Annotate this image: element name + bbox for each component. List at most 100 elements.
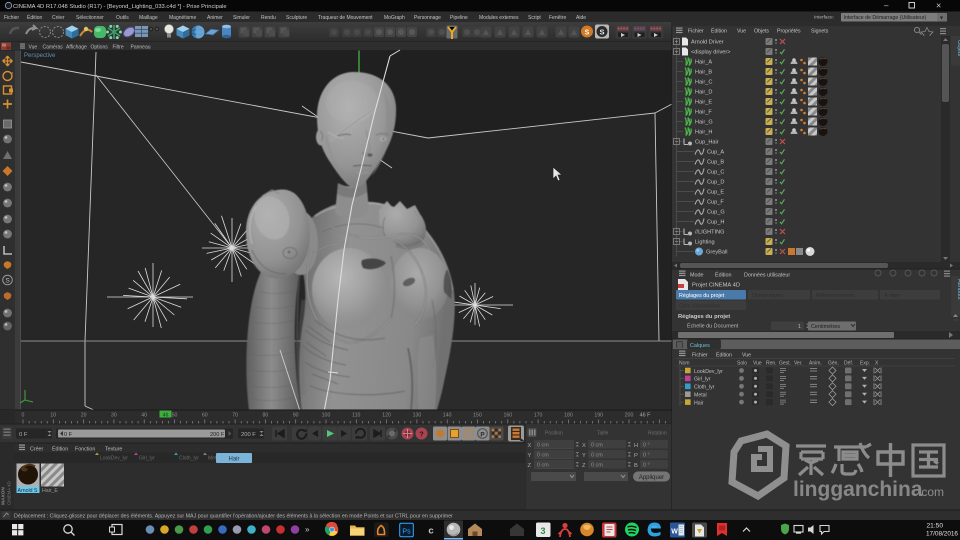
svg-text:Interface de Démarrage (Utilis: Interface de Démarrage (Utilisateur) <box>844 15 927 21</box>
svg-text:H: H <box>634 443 638 449</box>
svg-text:Cup_G: Cup_G <box>707 210 725 216</box>
svg-text:46: 46 <box>163 413 169 419</box>
svg-text:Anim.: Anim. <box>809 360 822 366</box>
svg-text:Rotation: Rotation <box>648 431 667 437</box>
svg-text:0 cm: 0 cm <box>537 453 549 459</box>
svg-text:Référencement: Référencement <box>816 293 855 299</box>
svg-text:120: 120 <box>382 413 391 419</box>
svg-text:Cloth_lyr: Cloth_lyr <box>694 385 715 391</box>
svg-text:Cup_E: Cup_E <box>707 190 724 196</box>
svg-text:Interface:: Interface: <box>814 15 834 21</box>
svg-text:Cup_B: Cup_B <box>707 160 724 166</box>
svg-text:LookDev_lyr: LookDev_lyr <box>694 369 723 375</box>
svg-text:Solo: Solo <box>737 360 747 366</box>
svg-text:Signets: Signets <box>811 28 829 34</box>
svg-text:0 °: 0 ° <box>643 463 650 469</box>
svg-text:Objets: Objets <box>956 40 960 56</box>
svg-text:Lighting: Lighting <box>695 240 715 246</box>
svg-text:Édition: Édition <box>52 445 68 452</box>
svg-text:Édition: Édition <box>715 271 731 278</box>
svg-text:0 cm: 0 cm <box>591 443 603 449</box>
svg-text:Hair_F: Hair_F <box>695 110 712 116</box>
svg-text:10: 10 <box>50 413 56 419</box>
svg-text:Dynamiques: Dynamiques <box>752 293 783 299</box>
svg-text:Sculpture: Sculpture <box>286 15 307 21</box>
svg-text:0 °: 0 ° <box>643 443 650 449</box>
svg-text:Fichier: Fichier <box>692 352 708 358</box>
svg-text:Filtre: Filtre <box>113 44 124 50</box>
svg-text:Girl_lyr: Girl_lyr <box>694 377 711 383</box>
svg-text:Cup_C: Cup_C <box>707 170 724 176</box>
svg-text:Y: Y <box>528 453 532 459</box>
svg-text:170: 170 <box>534 413 543 419</box>
svg-text:Texture: Texture <box>105 446 122 452</box>
svg-text:Fichier: Fichier <box>688 28 704 34</box>
svg-text:60: 60 <box>202 413 208 419</box>
svg-text:W: W <box>671 529 678 536</box>
svg-text:P: P <box>634 453 638 459</box>
svg-text:GreyBall: GreyBall <box>706 250 727 256</box>
svg-text:Hair_A: Hair_A <box>695 60 712 66</box>
svg-text:Ver.: Ver. <box>794 360 803 366</box>
svg-text:Propriétés: Propriétés <box>777 28 801 34</box>
svg-text:Édition: Édition <box>716 351 732 358</box>
svg-text:Fonction: Fonction <box>75 446 95 452</box>
svg-text:Appliquer: Appliquer <box>639 475 664 481</box>
svg-text:Hair_B: Hair_B <box>695 70 712 76</box>
svg-text:Cup_A: Cup_A <box>707 150 724 156</box>
svg-text:<display driver>: <display driver> <box>691 50 731 56</box>
svg-text:Données utilisateur: Données utilisateur <box>744 272 790 278</box>
svg-text:Hair_C: Hair_C <box>695 80 712 86</box>
svg-text:Gén.: Gén. <box>828 360 839 366</box>
svg-text:110: 110 <box>352 413 360 419</box>
svg-text:?: ? <box>419 432 423 439</box>
svg-text:S: S <box>5 278 10 285</box>
svg-text:200: 200 <box>625 413 634 419</box>
svg-text:CINEMA 4D R17.048 Studio (R17): CINEMA 4D R17.048 Studio (R17) - [Beyond… <box>13 4 227 10</box>
svg-text:Nom: Nom <box>679 360 690 366</box>
svg-text:Objets: Objets <box>754 28 769 34</box>
svg-text:Options: Options <box>91 44 109 50</box>
svg-text:Simuler: Simuler <box>233 15 250 21</box>
svg-text:Déplacement : Cliquez-glissez: Déplacement : Cliquez-glissez pour dépla… <box>14 514 453 520</box>
svg-text:Hair_E: Hair_E <box>42 488 58 494</box>
svg-text:200 F: 200 F <box>210 432 225 438</box>
svg-text:70: 70 <box>232 413 238 419</box>
svg-text:Arnold Driver: Arnold Driver <box>691 40 724 46</box>
svg-text:100: 100 <box>322 413 331 419</box>
svg-text:X: X <box>582 443 586 449</box>
svg-text:S: S <box>585 30 590 37</box>
svg-text:40: 40 <box>141 413 147 419</box>
svg-text:Hair_E: Hair_E <box>695 100 712 106</box>
svg-text:Metal: Metal <box>694 393 707 399</box>
svg-text:»: » <box>305 525 310 534</box>
svg-text:×: × <box>936 1 941 11</box>
svg-text:Réglages du projet: Réglages du projet <box>678 314 730 320</box>
svg-text:1: 1 <box>798 324 801 330</box>
svg-text:Centimètres: Centimètres <box>811 324 840 330</box>
svg-text:Affichage: Affichage <box>66 44 87 50</box>
svg-text:Échelle du Document: Échelle du Document <box>687 322 739 329</box>
svg-text:LookDev_lyr: LookDev_lyr <box>100 456 128 462</box>
svg-text:Girl_lyr: Girl_lyr <box>139 456 155 462</box>
svg-text:Hair: Hair <box>694 400 704 406</box>
svg-text:0 cm: 0 cm <box>537 443 549 449</box>
svg-text:150: 150 <box>473 413 482 419</box>
svg-text:Fichier: Fichier <box>4 15 19 21</box>
svg-text:Édition: Édition <box>27 14 43 21</box>
svg-text:Cup_Hair: Cup_Hair <box>695 140 719 146</box>
svg-text:190: 190 <box>594 413 603 419</box>
svg-text:Clés d’animation: Clés d’animation <box>679 304 720 310</box>
svg-text:.com: .com <box>918 485 944 499</box>
svg-text:Z: Z <box>582 463 586 469</box>
svg-text:–: – <box>884 1 889 10</box>
svg-text:Créer: Créer <box>30 446 43 452</box>
svg-text:Y: Y <box>582 453 586 459</box>
svg-text:Cup_F: Cup_F <box>707 200 724 206</box>
svg-text:0 F: 0 F <box>64 432 73 438</box>
svg-text:Hair_G: Hair_G <box>695 120 713 126</box>
svg-text:P: P <box>480 431 485 438</box>
svg-text:46 F: 46 F <box>640 413 651 419</box>
svg-text:20: 20 <box>81 413 87 419</box>
svg-text:0 °: 0 ° <box>643 453 650 459</box>
